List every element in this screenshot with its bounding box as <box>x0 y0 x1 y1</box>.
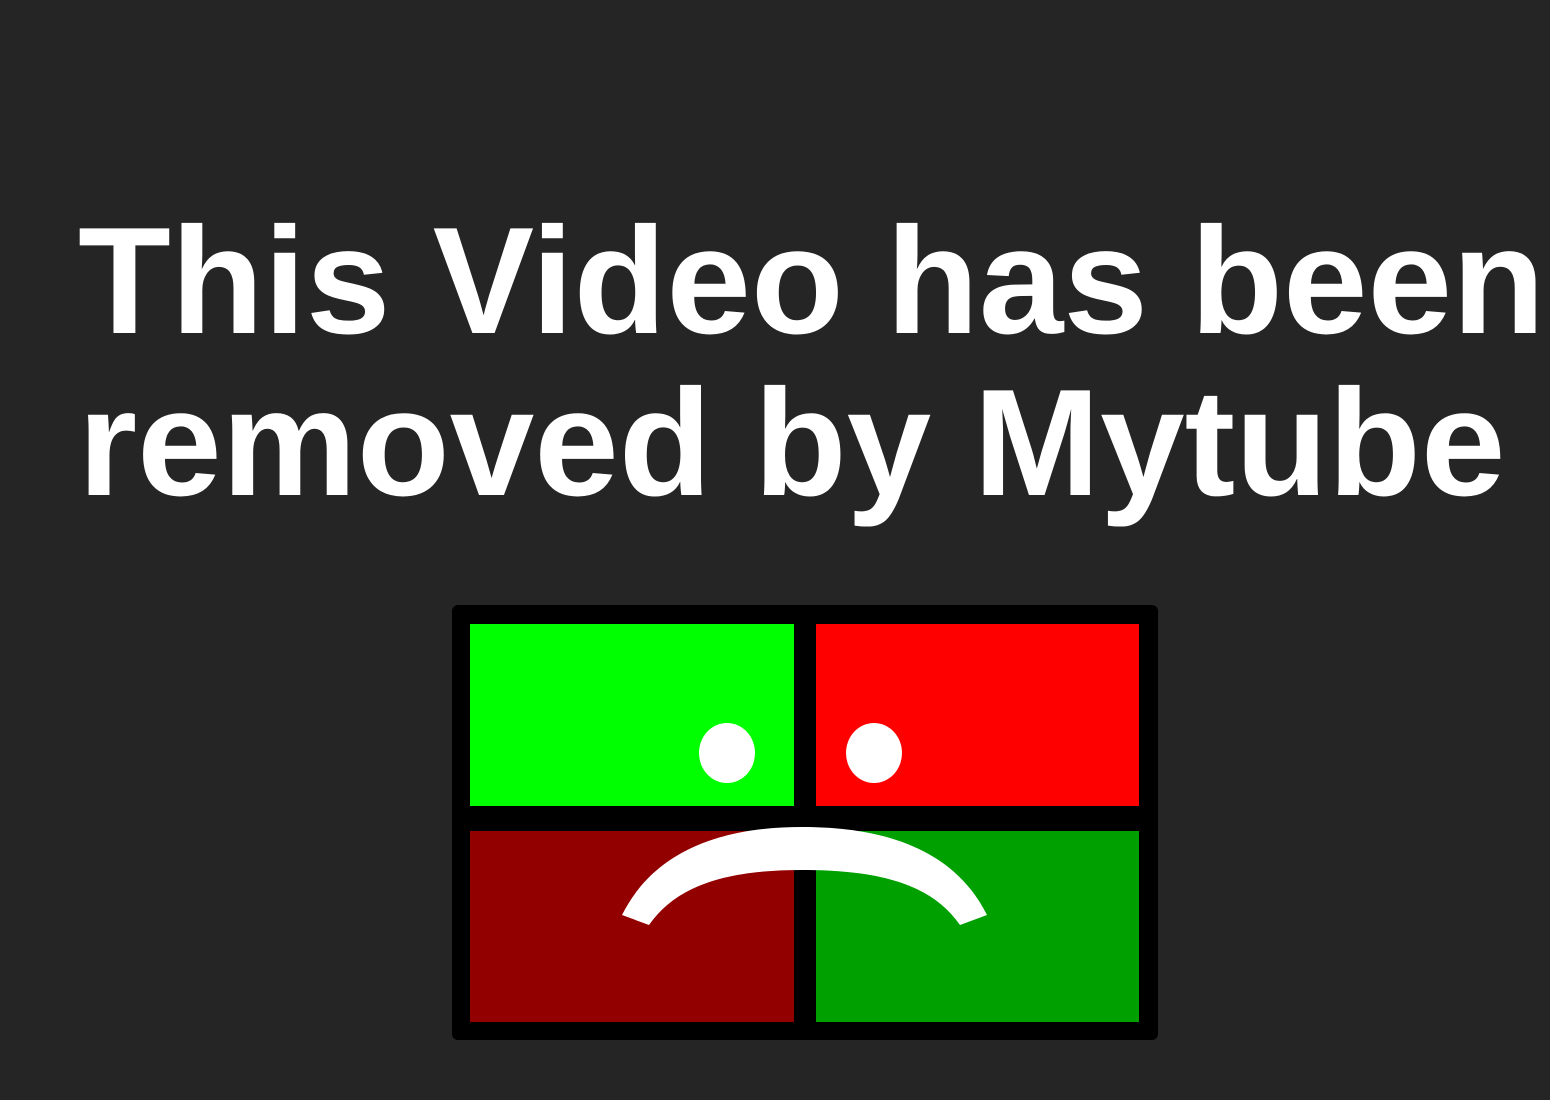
removed-message-line-2: removed by Mytube <box>78 358 1506 528</box>
removed-message-line-1: This Video has been <box>78 196 1545 366</box>
right-eye <box>846 723 902 783</box>
sad-face-icon <box>452 605 1158 1040</box>
removed-message: This Video has been removed by Mytube <box>78 196 1545 528</box>
left-eye <box>699 723 755 783</box>
mytube-sad-face-logo <box>452 605 1158 1040</box>
logo-panel-top-left <box>470 624 794 806</box>
video-removed-page: This Video has been removed by Mytube <box>0 0 1550 1100</box>
